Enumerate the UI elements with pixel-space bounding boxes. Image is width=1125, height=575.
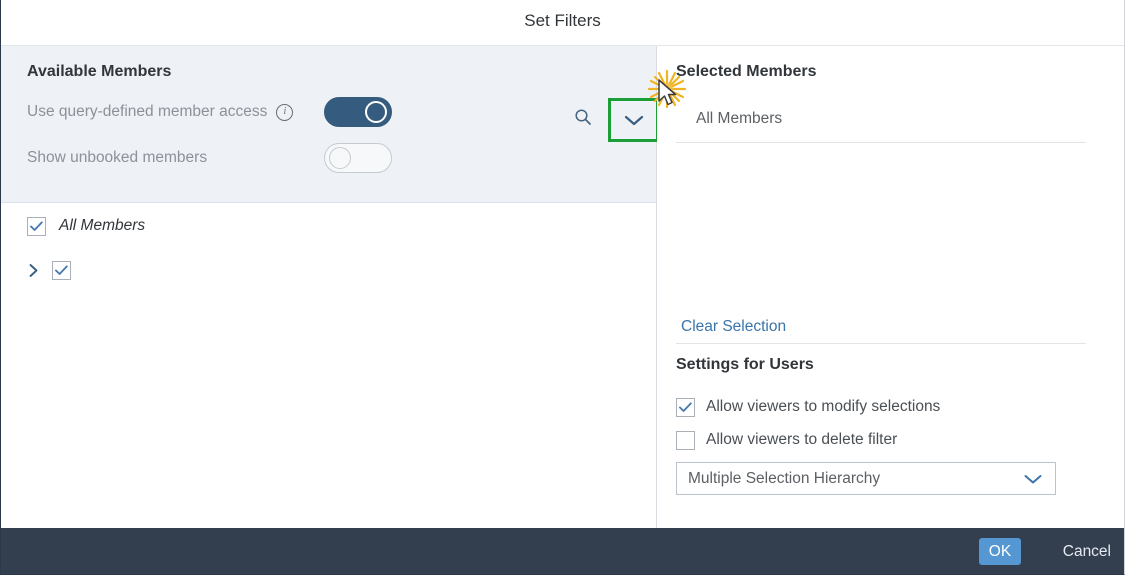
set-filters-dialog: Set Filters Available Members Use query-… [0,0,1125,575]
allow-delete-filter-checkbox[interactable] [676,430,695,450]
chevron-down-icon-glyph [1024,474,1042,483]
clear-selection-link[interactable]: Clear Selection [681,318,786,336]
dialog-body: Available Members Use query-defined memb… [1,46,1124,528]
use-query-defined-member-access-row: Use query-defined member access i [27,96,294,128]
chevron-right-icon[interactable] [25,262,41,278]
available-members-heading: Available Members [27,63,172,80]
chevron-down-icon[interactable] [1023,473,1043,485]
selected-members-pane: Selected Members All Members Clear Selec… [657,46,1124,528]
available-members-tree: All Members [1,204,656,292]
toggle-knob [329,147,351,169]
tree-row-label: All Members [59,217,146,234]
check-icon [30,220,43,231]
allow-delete-filter-row[interactable]: Allow viewers to delete filter [676,429,897,451]
cancel-button[interactable]: Cancel [1063,538,1111,565]
search-icon-glyph [575,109,591,125]
info-icon[interactable]: i [276,103,294,121]
check-icon [55,264,68,275]
allow-delete-filter-label: Allow viewers to delete filter [706,431,898,448]
all-members-checkbox[interactable] [27,216,46,236]
settings-for-users-heading: Settings for Users [676,356,814,373]
selection-mode-select[interactable]: Multiple Selection Hierarchy [676,462,1056,495]
tree-node-checkbox[interactable] [52,260,71,280]
show-unbooked-members-toggle[interactable] [324,143,392,173]
show-unbooked-members-row: Show unbooked members [27,142,207,174]
allow-modify-selections-label: Allow viewers to modify selections [706,398,941,415]
use-query-defined-member-access-toggle[interactable] [324,97,392,127]
dialog-title: Set Filters [524,11,601,30]
clear-selection-divider [676,343,1086,344]
dialog-titlebar: Set Filters [1,0,1124,46]
selected-members-heading: Selected Members [676,63,817,80]
allow-modify-selections-row[interactable]: Allow viewers to modify selections [676,396,940,418]
collapse-panel-button[interactable] [608,98,659,142]
list-item[interactable]: All Members [696,110,782,128]
available-members-pane: Available Members Use query-defined memb… [1,46,659,528]
selection-mode-value: Multiple Selection Hierarchy [688,469,881,487]
ok-button[interactable]: OK [979,538,1021,565]
chevron-right-icon-glyph [29,263,37,277]
toggle-knob [365,101,387,123]
available-members-header: Available Members Use query-defined memb… [1,46,659,203]
search-icon[interactable] [569,103,597,131]
show-unbooked-members-label: Show unbooked members [27,149,208,166]
check-icon [679,401,692,412]
allow-modify-selections-checkbox[interactable] [676,397,695,417]
tree-row[interactable]: All Members [1,204,656,248]
use-query-defined-member-access-label: Use query-defined member access [27,103,268,120]
chevron-down-icon [624,115,643,126]
selected-list-divider [676,142,1086,143]
dialog-footer: OK Cancel [1,528,1124,574]
tree-row[interactable] [1,248,656,292]
